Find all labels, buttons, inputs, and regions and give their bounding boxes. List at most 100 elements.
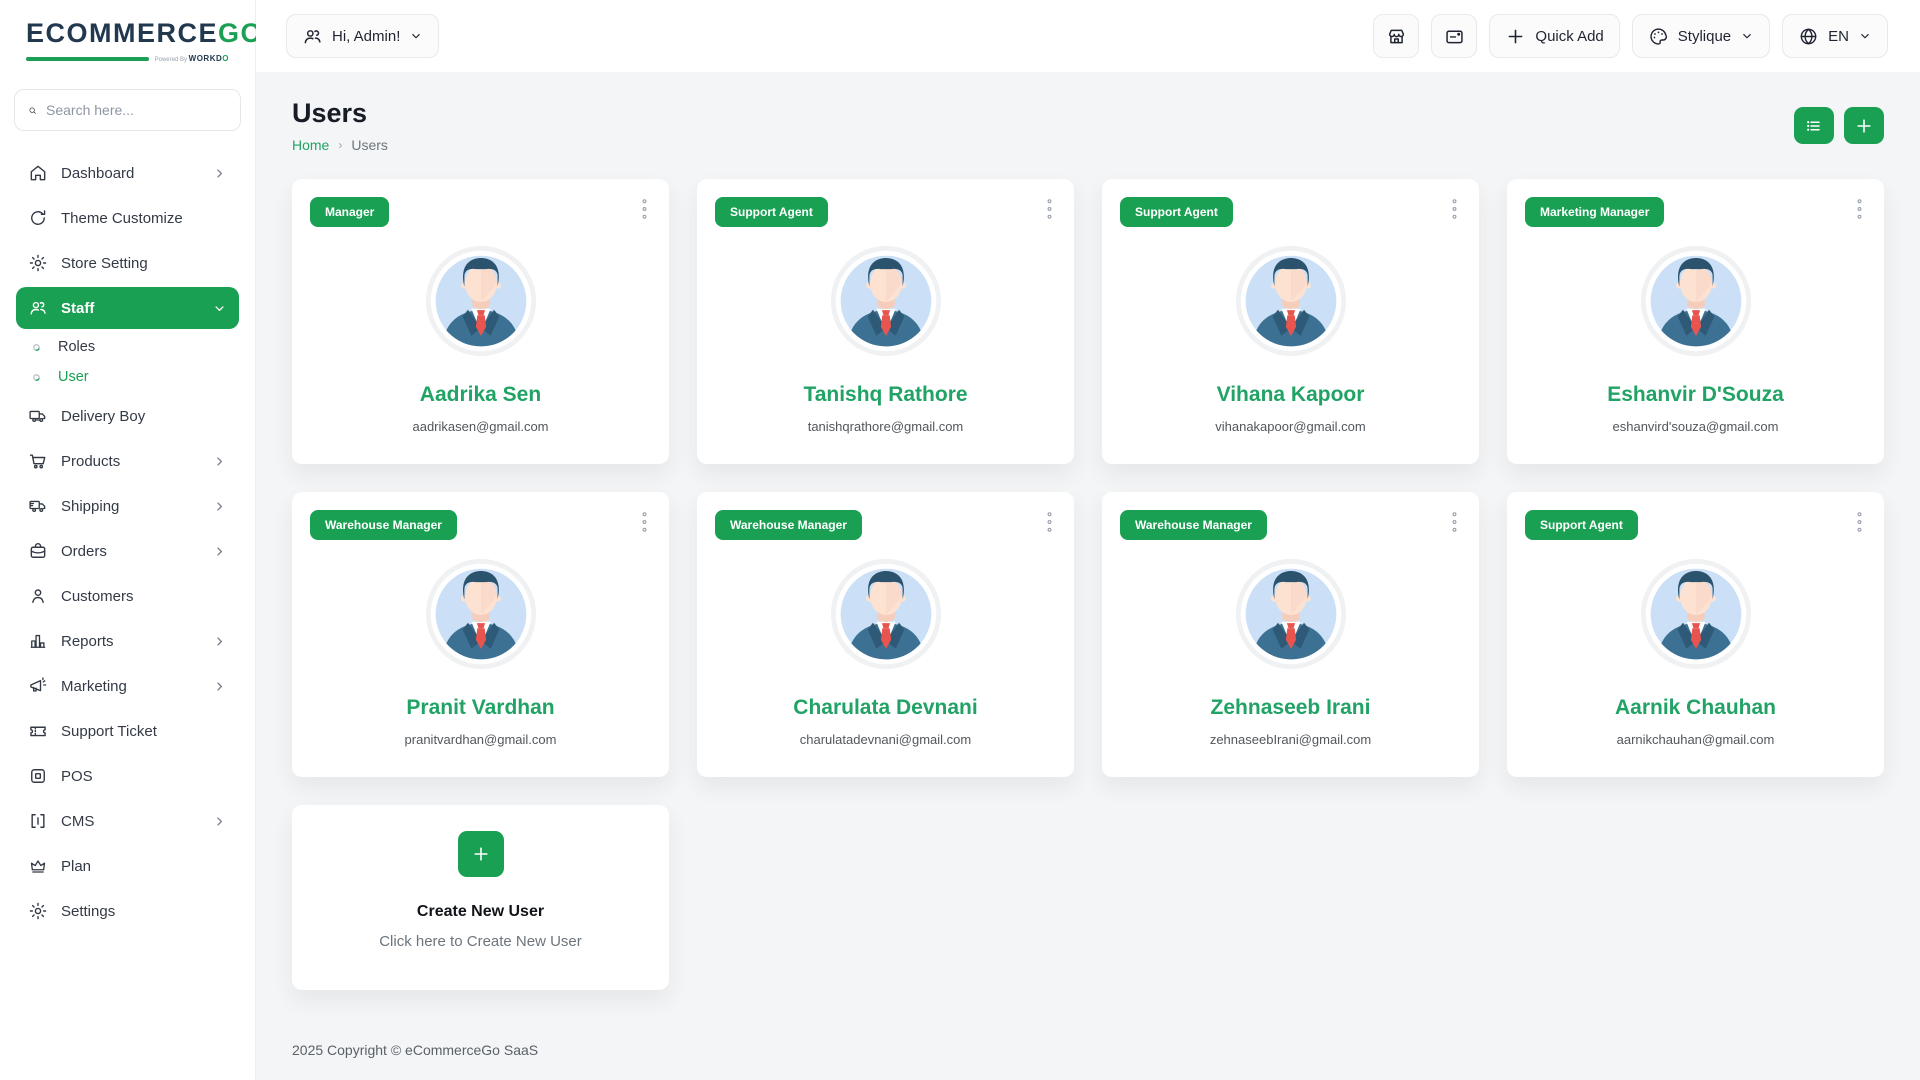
bag-icon: [28, 541, 48, 561]
kebab-icon: [1851, 522, 1868, 537]
sidebar-item-plan[interactable]: Plan: [16, 845, 239, 887]
sidebar-item-customers[interactable]: Customers: [16, 575, 239, 617]
user-name-link[interactable]: Eshanvir D'Souza: [1525, 383, 1866, 407]
sidebar-item-support-ticket[interactable]: Support Ticket: [16, 710, 239, 752]
sidebar-item-label: Plan: [61, 858, 227, 875]
sidebar-item-theme-customize[interactable]: Theme Customize: [16, 197, 239, 239]
avatar-illustration: [1233, 556, 1349, 672]
plan-icon: [28, 856, 48, 876]
admin-menu-button[interactable]: Hi, Admin!: [286, 14, 439, 58]
sidebar-item-dashboard[interactable]: Dashboard: [16, 152, 239, 194]
avatar-illustration: [423, 556, 539, 672]
breadcrumb-home-link[interactable]: Home: [292, 137, 329, 153]
messages-button[interactable]: [1431, 14, 1477, 58]
sidebar-search: [14, 89, 241, 131]
avatar: [828, 556, 944, 672]
sidebar-item-label: Settings: [61, 903, 227, 920]
sidebar-item-label: User: [58, 369, 89, 385]
avatar-illustration: [423, 243, 539, 359]
sidebar-item-label: Roles: [58, 339, 95, 355]
user-email: eshanvird'souza@gmail.com: [1525, 419, 1866, 434]
users-icon: [302, 26, 323, 47]
sidebar-item-staff[interactable]: Staff: [16, 287, 239, 329]
card-menu-button[interactable]: [631, 195, 657, 225]
breadcrumb-current: Users: [351, 137, 388, 153]
role-badge: Warehouse Manager: [1120, 510, 1267, 540]
create-user-title: Create New User: [417, 903, 544, 921]
sidebar-item-orders[interactable]: Orders: [16, 530, 239, 572]
user-name-link[interactable]: Tanishq Rathore: [715, 383, 1056, 407]
create-user-card[interactable]: Create New User Click here to Create New…: [292, 805, 669, 990]
kebab-icon: [636, 209, 653, 224]
user-name-link[interactable]: Pranit Vardhan: [310, 696, 651, 720]
store-icon: [1386, 26, 1407, 47]
theme-style-button[interactable]: Stylique: [1632, 14, 1770, 58]
user-name-link[interactable]: Aarnik Chauhan: [1525, 696, 1866, 720]
sidebar-item-shipping[interactable]: Shipping: [16, 485, 239, 527]
sidebar-item-label: CMS: [61, 813, 199, 830]
breadcrumb-separator-icon: ›: [338, 138, 342, 152]
role-badge: Warehouse Manager: [715, 510, 862, 540]
user-name-link[interactable]: Vihana Kapoor: [1120, 383, 1461, 407]
sidebar-item-label: Reports: [61, 633, 199, 650]
sidebar-item-label: Store Setting: [61, 255, 227, 272]
user-card: Warehouse ManagerPranit Vardhanpranitvar…: [292, 492, 669, 777]
quick-add-button[interactable]: Quick Add: [1489, 14, 1619, 58]
user-email: zehnaseebIrani@gmail.com: [1120, 732, 1461, 747]
sidebar-item-roles[interactable]: Roles: [16, 332, 239, 362]
avatar-illustration: [1638, 243, 1754, 359]
language-button[interactable]: EN: [1782, 14, 1888, 58]
sidebar-item-cms[interactable]: CMS: [16, 800, 239, 842]
sidebar-item-user[interactable]: User: [16, 362, 239, 392]
chart-icon: [28, 631, 48, 651]
sidebar-item-reports[interactable]: Reports: [16, 620, 239, 662]
add-user-button[interactable]: [1844, 107, 1884, 144]
gear-icon: [28, 253, 48, 273]
pos-icon: [28, 766, 48, 786]
storefront-button[interactable]: [1373, 14, 1419, 58]
card-menu-button[interactable]: [1036, 195, 1062, 225]
sidebar-item-label: Customers: [61, 588, 227, 605]
plus-icon: [471, 844, 491, 864]
sidebar-item-label: Theme Customize: [61, 210, 227, 227]
sidebar-item-pos[interactable]: POS: [16, 755, 239, 797]
user-cards-grid: ManagerAadrika Senaadrikasen@gmail.comSu…: [292, 179, 1884, 990]
role-badge: Support Agent: [1120, 197, 1233, 227]
user-name-link[interactable]: Zehnaseeb Irani: [1120, 696, 1461, 720]
card-menu-button[interactable]: [1846, 508, 1872, 538]
avatar: [1638, 243, 1754, 359]
avatar: [423, 556, 539, 672]
user-name-link[interactable]: Aadrika Sen: [310, 383, 651, 407]
user-email: aadrikasen@gmail.com: [310, 419, 651, 434]
sidebar-item-store-setting[interactable]: Store Setting: [16, 242, 239, 284]
card-menu-button[interactable]: [1846, 195, 1872, 225]
sidebar-item-settings[interactable]: Settings: [16, 890, 239, 932]
card-menu-button[interactable]: [1441, 195, 1467, 225]
card-menu-button[interactable]: [1036, 508, 1062, 538]
user-email: aarnikchauhan@gmail.com: [1525, 732, 1866, 747]
kebab-icon: [1446, 209, 1463, 224]
search-input[interactable]: [46, 102, 227, 118]
content-area: Users Home › Users: [256, 72, 1920, 1080]
role-badge: Marketing Manager: [1525, 197, 1664, 227]
brand-logo[interactable]: ECOMMERCEGO Powered By WORKDO: [0, 0, 255, 73]
chevron-right-icon: [212, 499, 227, 514]
avatar-illustration: [1233, 243, 1349, 359]
card-menu-button[interactable]: [1441, 508, 1467, 538]
breadcrumb: Home › Users: [292, 137, 388, 153]
user-name-link[interactable]: Charulata Devnani: [715, 696, 1056, 720]
sidebar-item-marketing[interactable]: Marketing: [16, 665, 239, 707]
palette-icon: [1648, 26, 1669, 47]
chevron-right-icon: [212, 454, 227, 469]
sidebar-item-delivery-boy[interactable]: Delivery Boy: [16, 395, 239, 437]
sidebar-item-products[interactable]: Products: [16, 440, 239, 482]
mail-notification-icon: [1444, 26, 1465, 47]
plus-icon: [1854, 116, 1874, 136]
sidebar-item-label: Delivery Boy: [61, 408, 227, 425]
list-icon: [1804, 116, 1824, 136]
role-badge: Warehouse Manager: [310, 510, 457, 540]
create-user-plus-button[interactable]: [458, 831, 504, 877]
list-view-button[interactable]: [1794, 107, 1834, 144]
card-menu-button[interactable]: [631, 508, 657, 538]
gear-icon: [28, 901, 48, 921]
